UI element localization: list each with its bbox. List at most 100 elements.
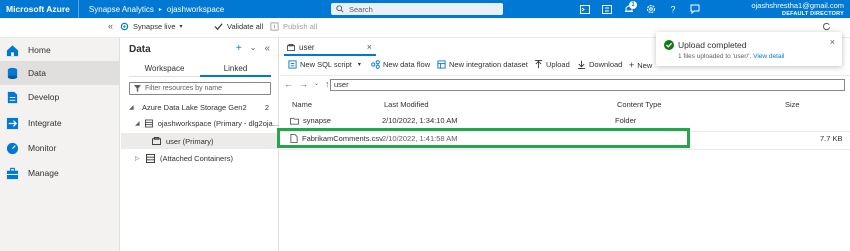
toast-message: 1 files uploaded to 'user/'. View detail (678, 53, 784, 60)
pipeline-icon (6, 117, 19, 129)
left-nav: Home Data Develop Integrate Monitor Mana… (0, 38, 120, 251)
row-modified: 2/10/2022, 1:34:10 AM (382, 116, 458, 125)
directory-filter-icon[interactable] (596, 0, 618, 18)
close-icon[interactable]: × (367, 42, 372, 52)
tree-item-count: 2 (264, 102, 269, 112)
row-type: Folder (615, 116, 637, 125)
svg-text:?: ? (671, 5, 676, 15)
data-panel-title: Data (129, 44, 151, 55)
col-size[interactable]: Size (785, 100, 800, 109)
brand-title[interactable]: Microsoft Azure (0, 0, 79, 18)
forward-arrow-icon[interactable]: → (299, 79, 308, 90)
breadcrumb-workspace[interactable]: ojashworkspace (167, 5, 224, 14)
new-data-flow-button[interactable]: New data flow (371, 60, 430, 69)
tree-adls-gen2[interactable]: ◢ Azure Data Lake Storage Gen2 2 (121, 99, 279, 115)
storage-icon (144, 119, 153, 127)
success-check-icon (664, 40, 674, 50)
caret-down-icon: ◢ (129, 104, 134, 111)
nav-manage-label: Manage (28, 168, 59, 178)
tree-user-primary[interactable]: user (Primary) (121, 133, 279, 149)
table-header: Name Last Modified Content Type Size (280, 98, 850, 112)
toast-title: Upload completed (678, 40, 747, 50)
tab-user[interactable]: user × (284, 40, 376, 56)
validate-all-button[interactable]: Validate all (214, 22, 263, 31)
download-label: Download (589, 60, 623, 69)
notifications-icon[interactable]: 1 (618, 0, 640, 18)
filter-icon (134, 85, 141, 92)
new-sql-script-button[interactable]: New SQL script ▾ (288, 60, 361, 69)
highlight-box (277, 128, 690, 148)
nav-home-label: Home (28, 45, 51, 55)
new-sql-script-label: New SQL script (300, 60, 352, 69)
tab-workspace[interactable]: Workspace (129, 63, 200, 77)
account-menu[interactable]: ojashshrestha1@gmail.com DEFAULT DIRECTO… (751, 1, 844, 19)
filter-placeholder: Filter resources by name (145, 85, 223, 92)
nav-manage[interactable]: Manage (0, 161, 120, 185)
col-name[interactable]: Name (292, 100, 312, 109)
gauge-icon (6, 142, 19, 154)
nav-home[interactable]: Home (0, 38, 120, 62)
search-icon (336, 5, 344, 13)
publish-all-button[interactable]: Publish all (270, 22, 317, 31)
data-panel-tabs: Workspace Linked (129, 63, 271, 77)
sql-script-icon (288, 60, 297, 69)
col-last-modified[interactable]: Last Modified (384, 100, 429, 109)
caret-down-icon: ◢ (135, 120, 140, 127)
download-icon (577, 60, 586, 69)
toolbox-icon (6, 167, 19, 179)
nav-integrate[interactable]: Integrate (0, 111, 120, 135)
chevron-right-icon: ▸ (158, 6, 162, 13)
nav-data[interactable]: Data (0, 61, 120, 85)
path-input[interactable]: user (330, 79, 845, 91)
tree-attached-containers[interactable]: ▷ (Attached Containers) (121, 150, 279, 166)
tab-linked[interactable]: Linked (200, 63, 271, 77)
nav-monitor-label: Monitor (28, 143, 57, 153)
toast-message-text: 1 files uploaded to 'user/'. (678, 53, 752, 60)
breadcrumb-synapse[interactable]: Synapse Analytics (89, 5, 154, 14)
filter-resources-input[interactable]: Filter resources by name (129, 82, 271, 95)
cloud-shell-icon[interactable] (574, 0, 596, 18)
tree-ojashworkspace[interactable]: ◢ ojashworkspace (Primary - dlg2oja... (121, 115, 279, 131)
upload-toast: Upload completed 1 files uploaded to 'us… (656, 32, 842, 66)
new-integration-dataset-button[interactable]: New integration dataset (437, 60, 528, 69)
download-button[interactable]: Download (577, 60, 622, 69)
plus-icon: + (629, 60, 635, 70)
settings-icon[interactable] (640, 0, 662, 18)
nav-develop-label: Develop (28, 92, 60, 102)
synapse-live-label: Synapse live (133, 22, 176, 31)
close-icon[interactable]: × (830, 37, 835, 47)
feedback-icon[interactable] (684, 0, 706, 18)
col-content-type[interactable]: Content Type (617, 100, 661, 109)
nav-develop[interactable]: Develop (0, 85, 120, 109)
new-button[interactable]: + New (629, 60, 652, 70)
data-panel-actions: + ⌄ « (236, 43, 270, 54)
up-arrow-icon[interactable]: ↑ (325, 79, 330, 90)
container-icon (152, 137, 161, 145)
help-icon[interactable]: ? (662, 0, 684, 18)
collapse-all-icon[interactable]: ⌄ (250, 43, 257, 54)
chevron-down-icon: ▾ (179, 24, 183, 30)
top-icons: 1 ? (574, 0, 706, 18)
nav-monitor[interactable]: Monitor (0, 136, 120, 160)
row-name-text: synapse (303, 116, 331, 125)
add-resource-icon[interactable]: + (236, 43, 242, 54)
chevron-down-icon[interactable]: ⌄ (314, 79, 319, 90)
view-detail-link[interactable]: View detail (753, 53, 784, 60)
folder-icon (290, 117, 299, 125)
upload-button[interactable]: Upload (534, 60, 570, 69)
storage-icon (146, 153, 155, 163)
dataset-icon (437, 60, 446, 69)
synapse-live-button[interactable]: Synapse live ▾ (120, 22, 183, 31)
new-data-flow-label: New data flow (383, 60, 431, 69)
chevron-down-icon: ▾ (357, 62, 361, 68)
search-input[interactable]: Search (331, 3, 503, 15)
collapse-nav-icon[interactable]: « (108, 21, 113, 31)
row-size: 7.7 KB (820, 134, 843, 143)
live-mode-icon (120, 22, 129, 31)
checkmark-icon (214, 23, 223, 31)
new-label: New (637, 60, 653, 70)
data-panel: Data + ⌄ « Workspace Linked Filter resou… (121, 38, 279, 251)
back-arrow-icon[interactable]: ← (284, 79, 293, 90)
collapse-panel-icon[interactable]: « (264, 43, 270, 54)
container-icon (287, 43, 295, 51)
